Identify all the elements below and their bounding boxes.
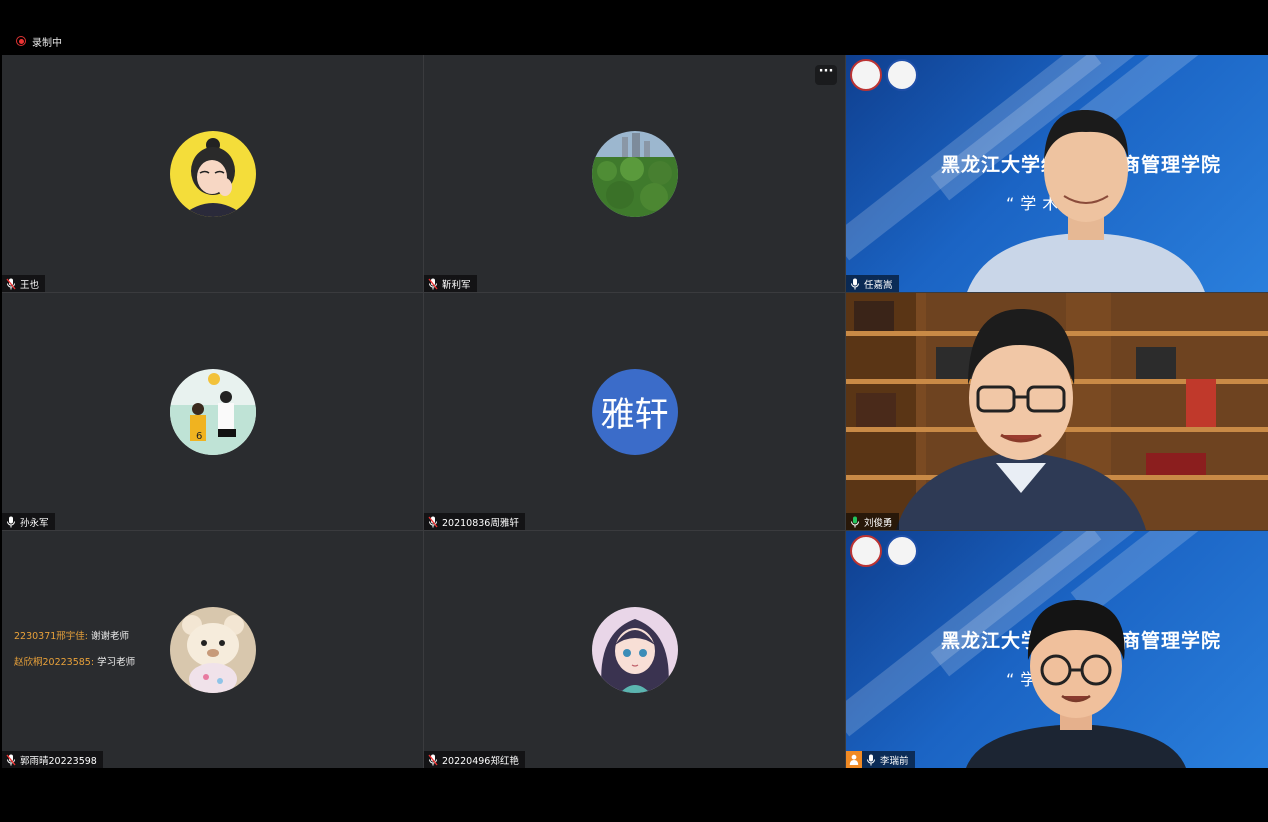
svg-text:6: 6 — [196, 431, 202, 442]
participant-name: 孙永军 — [20, 517, 49, 529]
participant-tile-guoyuqing[interactable]: 2230371邢宇佳: 谢谢老师 赵欣桐20223585: 学习老师 郭雨晴20… — [2, 531, 423, 768]
avatar — [169, 606, 256, 693]
chat-sender: 2230371邢宇佳: — [14, 631, 89, 642]
recording-indicator: 录制中 — [16, 34, 62, 49]
participant-name: 刘俊勇 — [864, 517, 893, 529]
cartoon-girl-avatar-icon — [169, 130, 256, 217]
university-logo-icon — [850, 59, 882, 91]
host-badge-icon — [846, 751, 862, 768]
chat-message: 赵欣桐20223585: 学习老师 — [14, 654, 135, 668]
mic-muted-icon — [6, 278, 16, 289]
university-logo-icon — [850, 535, 882, 567]
mic-muted-icon — [428, 516, 438, 527]
name-tag: 任嘉嵩 — [846, 275, 899, 292]
presenter-video-image — [967, 110, 1205, 292]
participant-name: 王也 — [20, 279, 40, 291]
name-tag: 王也 — [2, 275, 46, 292]
chat-text: 学习老师 — [97, 657, 136, 668]
name-tag: 20210836周雅轩 — [424, 513, 525, 530]
participant-tile-liruiqian[interactable]: 黑龙江大学经济与工商管理学院 “学术讲座 李瑞前 — [846, 531, 1268, 768]
avatar: 6 — [169, 368, 256, 455]
name-tag: 李瑞前 — [846, 751, 915, 768]
school-logo-icon — [886, 535, 918, 567]
participant-tile-zhenghongyan[interactable]: 20220496郑红艳 — [424, 531, 845, 768]
presenter-video-image — [966, 600, 1186, 768]
mic-speaking-icon — [851, 516, 859, 527]
participant-name: 20220496郑红艳 — [442, 755, 519, 767]
participant-tile-zhouyaxuan[interactable]: 雅轩 20210836周雅轩 — [424, 293, 845, 530]
chat-sender: 赵欣桐20223585: — [14, 657, 95, 668]
mic-icon — [7, 516, 15, 527]
volleyball-anime-avatar-icon: 6 — [169, 368, 256, 455]
participant-tile-sunyongjun[interactable]: 6 孙永军 — [2, 293, 423, 530]
mic-muted-icon — [428, 278, 438, 289]
anime-girl-avatar-icon — [591, 606, 678, 693]
participant-name: 任嘉嵩 — [864, 279, 893, 291]
participant-tile-wangye[interactable]: 王也 — [2, 55, 423, 292]
video-grid: 王也 ··· 靳利军 任嘉嵩 6 孙永军 雅轩 20210836周雅轩 刘俊勇 … — [2, 55, 1268, 768]
teddy-bear-avatar-icon — [169, 606, 256, 693]
recording-label: 录制中 — [32, 37, 62, 49]
participant-tile-jinlijun[interactable]: ··· 靳利军 — [424, 55, 845, 292]
name-tag: 孙永军 — [2, 513, 55, 530]
mic-muted-icon — [6, 754, 16, 765]
participant-name: 20210836周雅轩 — [442, 517, 519, 529]
participant-name: 靳利军 — [442, 279, 471, 291]
participant-tile-renjiasong[interactable]: 黑龙江大学经济与工商管理学院 “学术讲座 任嘉嵩 — [846, 55, 1268, 292]
chat-text: 谢谢老师 — [91, 631, 130, 642]
mic-icon — [867, 754, 875, 765]
avatar — [591, 606, 678, 693]
forest-photo-avatar-icon — [591, 130, 678, 217]
mic-icon — [851, 278, 859, 289]
school-logo-icon — [886, 59, 918, 91]
avatar: 雅轩 — [591, 368, 678, 455]
mic-muted-icon — [428, 754, 438, 765]
participant-tile-liujunyong[interactable]: 刘俊勇 — [846, 293, 1268, 530]
more-options-button[interactable]: ··· — [815, 65, 837, 85]
participant-name: 李瑞前 — [880, 755, 909, 767]
avatar — [169, 130, 256, 217]
name-tag: 郭雨晴20223598 — [2, 751, 103, 768]
avatar — [591, 130, 678, 217]
record-icon — [16, 36, 26, 46]
participant-name: 郭雨晴20223598 — [20, 755, 97, 767]
name-tag: 刘俊勇 — [846, 513, 899, 530]
name-tag: 靳利军 — [424, 275, 477, 292]
bookshelf-video-feed — [846, 293, 1268, 530]
chat-message: 2230371邢宇佳: 谢谢老师 — [14, 628, 129, 642]
name-tag: 20220496郑红艳 — [424, 751, 525, 768]
